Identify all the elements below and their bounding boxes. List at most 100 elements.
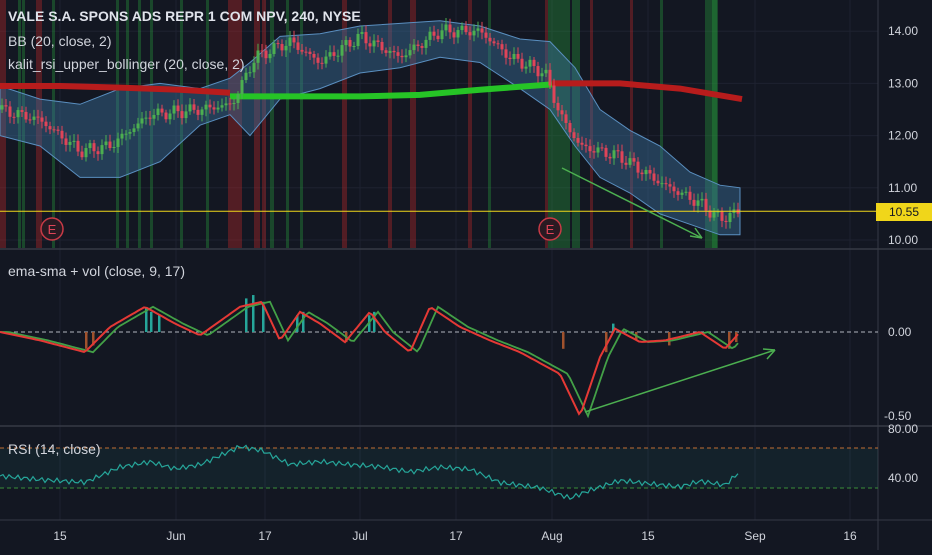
candle-body (660, 183, 664, 185)
candle-body (152, 115, 156, 119)
candle-body (596, 147, 600, 153)
candle-body (560, 110, 564, 115)
earnings-marker-label: E (546, 222, 555, 237)
candle-body (56, 129, 60, 131)
ema-axis-tick-label: -0.50 (884, 409, 912, 423)
candle-body (372, 40, 376, 47)
candle-body (532, 59, 536, 67)
candle-body (32, 116, 36, 120)
candle-body (408, 50, 412, 56)
candle-body (88, 143, 92, 149)
candle-body (644, 170, 648, 175)
volume-bar (562, 332, 565, 349)
candle-body (144, 117, 148, 119)
candle-body (652, 173, 656, 181)
candle-body (440, 30, 444, 40)
candle-body (172, 105, 176, 114)
candle-body (284, 45, 288, 51)
candle-body (252, 62, 256, 73)
candle-body (176, 105, 180, 112)
candle-body (528, 59, 532, 67)
candle-body (204, 104, 208, 110)
candle-body (656, 180, 660, 184)
time-axis-tick-label: Aug (541, 529, 562, 543)
candle-body (472, 30, 476, 36)
candle-body (628, 158, 632, 165)
candle-body (16, 110, 20, 118)
candle-body (672, 186, 676, 192)
candle-body (384, 50, 388, 53)
candle-body (0, 105, 4, 110)
rsi-indicator-label: RSI (14, close) (8, 441, 101, 457)
time-axis-tick-label: 17 (449, 529, 463, 543)
price-axis-tick-label: 12.00 (888, 129, 918, 143)
candle-body (156, 108, 160, 116)
candle-body (76, 140, 80, 152)
candle-body (80, 151, 84, 158)
price-axis-tick-label: 13.00 (888, 76, 918, 90)
candle-body (60, 130, 64, 139)
candle-body (568, 122, 572, 133)
candle-body (468, 32, 472, 36)
candle-body (700, 198, 704, 201)
candle-body (400, 55, 404, 58)
candle-body (332, 52, 336, 56)
candle-body (192, 104, 196, 110)
candle-body (452, 32, 456, 38)
candle-body (676, 191, 680, 195)
candle-body (604, 147, 608, 157)
candle-body (412, 44, 416, 51)
candle-body (124, 133, 128, 135)
volume-bar (245, 298, 248, 332)
candle-body (40, 117, 44, 122)
candle-body (404, 55, 408, 58)
candle-body (92, 143, 96, 152)
candle-body (388, 50, 392, 53)
candle-body (244, 72, 248, 81)
candle-body (48, 126, 52, 130)
candle-body (268, 53, 272, 59)
candle-body (464, 25, 468, 33)
candle-body (664, 183, 668, 185)
candle-body (476, 28, 480, 31)
candle-body (200, 109, 204, 115)
candle-body (64, 138, 68, 145)
candle-body (72, 140, 76, 142)
candle-body (236, 94, 240, 103)
candle-body (328, 52, 332, 57)
candle-body (356, 33, 360, 47)
candle-body (272, 43, 276, 54)
candle-body (684, 191, 688, 193)
rsi-axis-tick-label: 40.00 (888, 471, 918, 485)
price-axis-tick-label: 10.00 (888, 233, 918, 247)
candle-body (100, 145, 104, 155)
candle-body (496, 43, 500, 45)
candle-body (484, 32, 488, 38)
candle-body (28, 119, 32, 121)
candle-body (300, 49, 304, 52)
candle-body (212, 107, 216, 110)
earnings-marker-label: E (48, 222, 57, 237)
candle-body (180, 111, 184, 119)
candle-body (220, 105, 224, 108)
candle-body (148, 117, 152, 119)
candle-body (24, 111, 28, 120)
candle-body (584, 144, 588, 147)
candle-body (556, 102, 560, 111)
candle-body (444, 24, 448, 31)
candle-body (348, 40, 352, 47)
ema-sma-indicator-label: ema-sma + vol (close, 9, 17) (8, 263, 186, 279)
candle-body (184, 111, 188, 119)
candle-body (288, 37, 292, 46)
candle-body (276, 43, 280, 45)
candle-body (544, 69, 548, 74)
bb-indicator-label: BB (20, close, 2) (8, 33, 112, 49)
symbol-title: VALE S.A. SPONS ADS REPR 1 COM NPV, 240,… (8, 8, 361, 24)
candle-body (68, 141, 72, 145)
candle-body (428, 31, 432, 40)
candle-body (208, 104, 212, 108)
volume-bar (150, 311, 153, 332)
time-axis-tick-label: Jun (166, 529, 185, 543)
candle-body (324, 56, 328, 64)
candle-body (552, 85, 556, 103)
